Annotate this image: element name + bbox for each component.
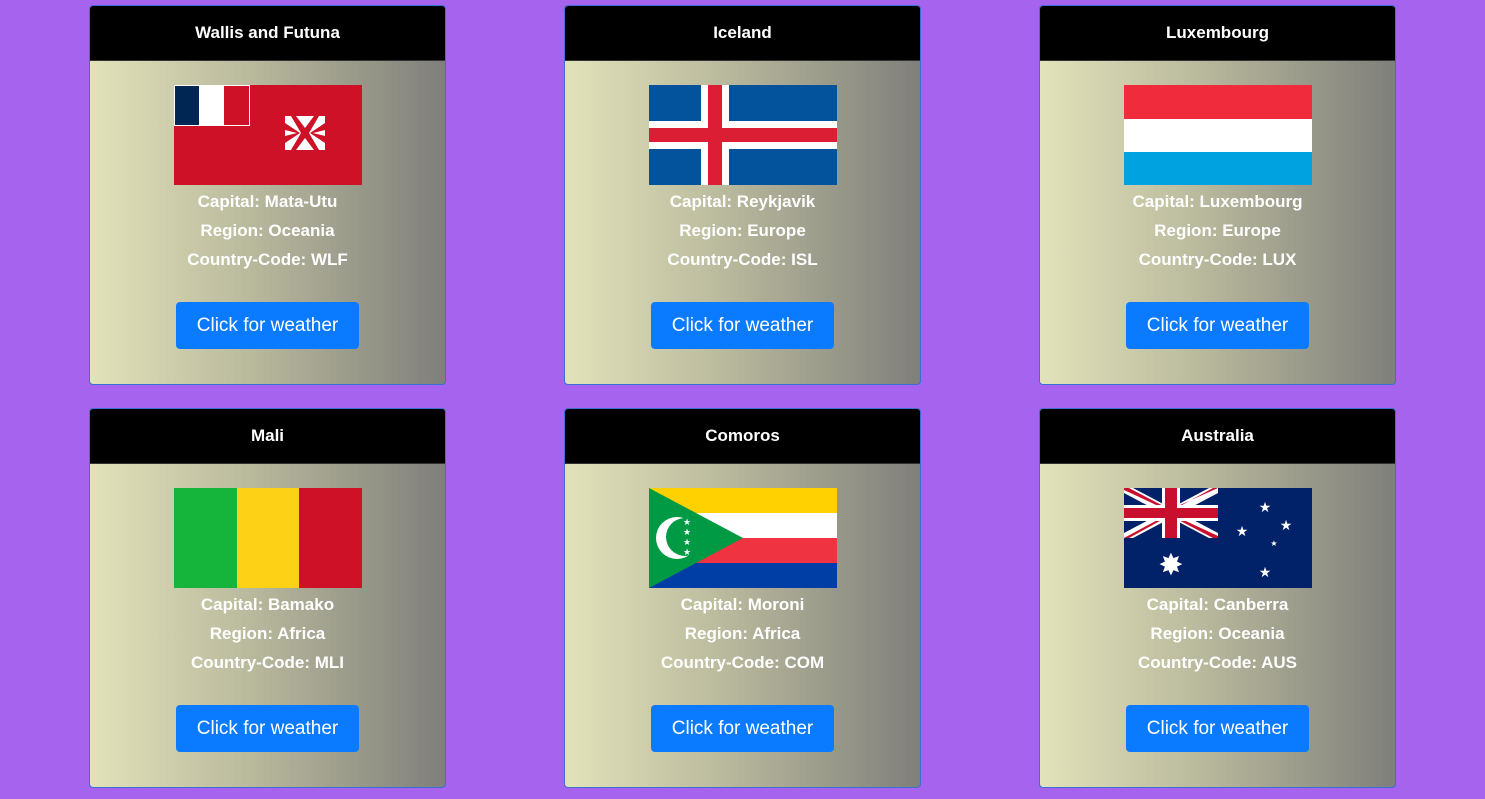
region-text: Region: Africa <box>684 624 801 643</box>
svg-text:★: ★ <box>682 518 690 528</box>
region-text: Region: Oceania <box>1150 624 1285 643</box>
country-card: Wallis and Futuna Capital: Mata-Utu Regi… <box>89 5 446 385</box>
region-text: Region: Africa <box>209 624 326 643</box>
luxembourg-flag-icon <box>1123 85 1312 185</box>
country-code-text: Country-Code: WLF <box>187 250 348 269</box>
card-title: Australia <box>1040 409 1395 464</box>
capital-text: Capital: Canberra <box>1146 595 1289 614</box>
weather-button[interactable]: Click for weather <box>651 302 834 349</box>
country-code-text: Country-Code: LUX <box>1138 250 1297 269</box>
svg-text:★: ★ <box>1258 500 1271 516</box>
capital-text: Capital: Luxembourg <box>1132 192 1303 211</box>
card-title: Comoros <box>565 409 920 464</box>
country-card: Iceland Capital: Reykjavik Region: Europ… <box>564 5 921 385</box>
country-card: Mali Capital: Bamako Region: Africa Coun… <box>89 408 446 788</box>
card-title: Luxembourg <box>1040 6 1395 61</box>
iceland-flag-icon <box>648 85 837 185</box>
capital-text: Capital: Reykjavik <box>669 192 816 211</box>
weather-button[interactable]: Click for weather <box>176 302 359 349</box>
region-text: Region: Europe <box>679 221 806 240</box>
capital-text: Capital: Mata-Utu <box>197 192 338 211</box>
svg-text:★: ★ <box>682 548 690 558</box>
weather-button[interactable]: Click for weather <box>1126 302 1309 349</box>
weather-button[interactable]: Click for weather <box>1126 705 1309 752</box>
capital-text: Capital: Moroni <box>680 595 805 614</box>
country-code-text: Country-Code: ISL <box>667 250 818 269</box>
comoros-flag-icon: ★ ★ ★ ★ <box>648 488 837 588</box>
card-title: Wallis and Futuna <box>90 6 445 61</box>
svg-text:★: ★ <box>1279 518 1292 534</box>
card-title: Mali <box>90 409 445 464</box>
region-text: Region: Europe <box>1154 221 1281 240</box>
australia-flag-icon: ✸ ★ ★ ★ ★ ★ <box>1123 488 1312 588</box>
country-card: Australia ✸ ★ ★ ★ ★ ★ Capital: Canberra … <box>1039 408 1396 788</box>
weather-button[interactable]: Click for weather <box>651 705 834 752</box>
svg-text:★: ★ <box>1258 565 1271 581</box>
country-card: Luxembourg Capital: Luxembourg Region: E… <box>1039 5 1396 385</box>
svg-text:★: ★ <box>682 528 690 538</box>
country-code-text: Country-Code: AUS <box>1138 653 1297 672</box>
region-text: Region: Oceania <box>200 221 335 240</box>
svg-text:★: ★ <box>682 538 690 548</box>
country-code-text: Country-Code: MLI <box>191 653 344 672</box>
svg-text:✸: ✸ <box>1158 548 1183 583</box>
svg-text:★: ★ <box>1235 524 1248 540</box>
card-title: Iceland <box>565 6 920 61</box>
svg-text:★: ★ <box>1270 539 1277 548</box>
capital-text: Capital: Bamako <box>200 595 335 614</box>
wallis-and-futuna-flag-icon <box>173 85 362 185</box>
weather-button[interactable]: Click for weather <box>176 705 359 752</box>
country-code-text: Country-Code: COM <box>660 653 825 672</box>
mali-flag-icon <box>173 488 362 588</box>
country-card: Comoros ★ ★ ★ ★ Capital: Moroni Region: … <box>564 408 921 788</box>
